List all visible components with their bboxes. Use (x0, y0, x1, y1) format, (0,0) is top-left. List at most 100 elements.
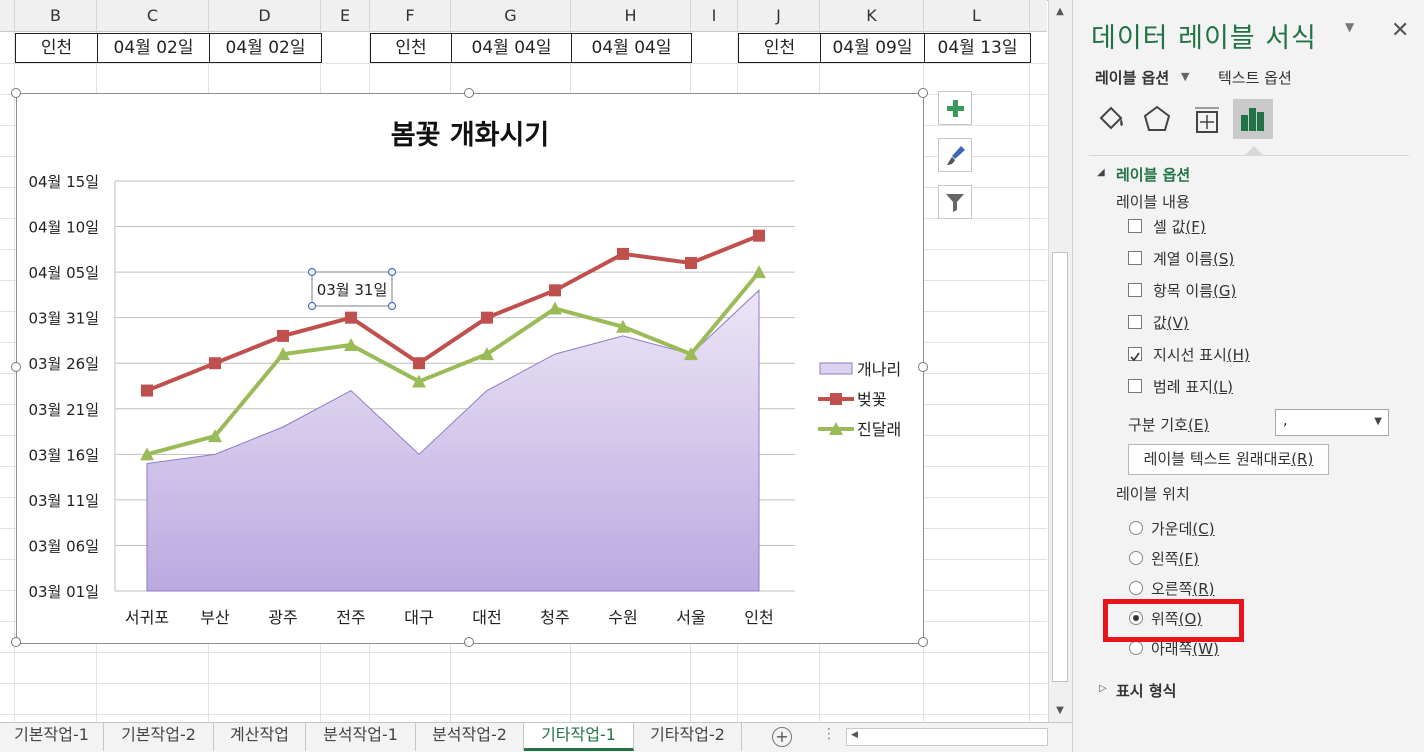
data-point-square[interactable] (413, 357, 425, 370)
legend-entry[interactable]: 진달래 (857, 420, 901, 439)
horizontal-scrollbar[interactable]: ◀ (846, 728, 1048, 746)
checkbox-label[interactable]: 범례 표지(L) (1153, 376, 1233, 397)
column-header[interactable]: J (738, 0, 820, 32)
chart-title[interactable]: 봄꽃 개화시기 (391, 120, 549, 151)
cell[interactable]: 인천 (15, 33, 98, 63)
vertical-scrollbar[interactable]: ▲ ▼ (1048, 0, 1072, 722)
sheet-tab[interactable]: 계산작업 (214, 723, 306, 751)
checkbox[interactable] (1128, 283, 1142, 297)
sheet-tab[interactable]: 기본작업-1 (0, 723, 104, 751)
data-point-square[interactable] (549, 284, 561, 297)
data-point-square[interactable] (141, 384, 153, 397)
cell[interactable]: 04월 02일 (209, 33, 322, 63)
column-header[interactable]: G (451, 0, 571, 32)
column-header[interactable]: L (924, 0, 1030, 32)
label-handle[interactable] (307, 267, 317, 277)
radio-button[interactable] (1129, 641, 1143, 655)
chart-styles-button[interactable] (938, 138, 972, 172)
close-icon[interactable]: ✕ (1391, 18, 1409, 43)
sheet-tab[interactable]: 기타작업-2 (634, 723, 742, 751)
chart-elements-button[interactable] (938, 91, 972, 125)
fill-line-icon[interactable] (1091, 100, 1131, 140)
cell[interactable]: 인천 (738, 33, 821, 63)
radio-label[interactable]: 가운데(C) (1151, 518, 1215, 539)
checkbox-label[interactable]: 계열 이름(S) (1153, 248, 1234, 269)
tab-dropdown-chevron-icon[interactable]: ▼ (1181, 70, 1189, 83)
cell[interactable]: 04월 04일 (451, 33, 572, 63)
radio-button[interactable] (1129, 581, 1143, 595)
section-number-format[interactable]: 표시 형식 (1116, 680, 1176, 701)
column-header[interactable]: H (571, 0, 691, 32)
radio-label[interactable]: 왼쪽(F) (1151, 548, 1199, 569)
scroll-left-icon[interactable]: ◀ (851, 730, 858, 740)
sheet-tab[interactable]: 분석작업-2 (416, 723, 524, 751)
tab-label-options[interactable]: 레이블 옵션 (1095, 67, 1169, 88)
label-options-icon-tab[interactable] (1233, 99, 1273, 139)
cell[interactable]: 04월 13일 (924, 33, 1031, 63)
sheet-tab[interactable]: 기본작업-2 (104, 723, 214, 751)
checkbox-label[interactable]: 값(V) (1153, 312, 1189, 333)
scroll-thumb[interactable] (1052, 252, 1068, 682)
add-sheet-icon[interactable]: + (772, 727, 792, 747)
worksheet[interactable]: BCDEFGHIJKL 인천 04월 02일 04월 02일 인천 04월 04일 04월… (0, 0, 1047, 722)
data-point-square[interactable] (481, 311, 493, 324)
data-point-square[interactable] (617, 247, 629, 260)
cell[interactable]: 04월 04일 (571, 33, 692, 63)
column-header[interactable]: K (820, 0, 924, 32)
cell[interactable]: 04월 02일 (97, 33, 210, 63)
cell[interactable]: 04월 09일 (820, 33, 925, 63)
radio-button[interactable] (1129, 551, 1143, 565)
scroll-up-icon[interactable]: ▲ (1052, 4, 1068, 20)
scroll-down-icon[interactable]: ▼ (1052, 703, 1068, 719)
column-header[interactable]: C (97, 0, 209, 32)
data-point-square[interactable] (753, 229, 765, 242)
chart-resize-handle[interactable] (918, 637, 928, 647)
data-point-square[interactable] (345, 311, 357, 324)
collapse-triangle-icon[interactable]: ◢ (1097, 167, 1105, 178)
chart-resize-handle[interactable] (918, 362, 928, 372)
data-point-square[interactable] (685, 257, 697, 269)
separator-dropdown[interactable]: , ▼ (1275, 409, 1389, 436)
chart-resize-handle[interactable] (11, 88, 21, 98)
column-header[interactable]: I (691, 0, 738, 32)
size-properties-icon[interactable] (1187, 100, 1227, 140)
chart-resize-handle[interactable] (464, 88, 474, 98)
chart-area[interactable]: 봄꽃 개화시기 04월 15일 04월 10일 04월 05일 03월 31일 03월 2… (11, 88, 928, 647)
checkbox[interactable] (1128, 219, 1142, 233)
cell[interactable]: 인천 (370, 33, 452, 63)
checkbox[interactable] (1128, 379, 1142, 393)
column-header[interactable]: D (209, 0, 321, 32)
selected-data-label[interactable]: 03월 31일 (317, 281, 388, 299)
tab-text-options[interactable]: 텍스트 옵션 (1218, 67, 1292, 88)
data-point-square[interactable] (209, 357, 221, 370)
sheet-tab[interactable]: 분석작업-1 (306, 723, 416, 751)
checkbox-label[interactable]: 지시선 표시(H) (1153, 344, 1250, 365)
chart-filters-button[interactable] (938, 185, 972, 219)
radio-button[interactable] (1129, 521, 1143, 535)
label-handle[interactable] (387, 267, 397, 277)
reset-label-text-button[interactable]: 레이블 텍스트 원래대로(R) (1128, 444, 1329, 475)
sheet-tab[interactable]: 기타작업-1 (524, 723, 634, 751)
legend-entry[interactable]: 개나리 (857, 360, 901, 379)
chart-resize-handle[interactable] (11, 637, 21, 647)
column-header[interactable]: F (370, 0, 451, 32)
column-header[interactable]: B (15, 0, 97, 32)
corner-header[interactable] (0, 0, 15, 32)
radio-label[interactable]: 오른쪽(R) (1151, 578, 1215, 599)
column-header[interactable]: E (321, 0, 370, 32)
label-handle[interactable] (387, 301, 397, 311)
chart-resize-handle[interactable] (464, 637, 474, 647)
data-point-square[interactable] (277, 329, 289, 342)
checkbox-label[interactable]: 항목 이름(G) (1153, 280, 1236, 301)
checkbox[interactable] (1128, 251, 1142, 265)
legend-entry[interactable]: 벚꽃 (857, 390, 886, 409)
expand-triangle-icon[interactable]: ▷ (1099, 683, 1107, 694)
checkbox[interactable] (1128, 315, 1142, 329)
checkbox-label[interactable]: 셀 값(F) (1153, 216, 1206, 237)
section-label-options[interactable]: 레이블 옵션 (1116, 164, 1190, 185)
chart-resize-handle[interactable] (11, 362, 21, 372)
label-handle[interactable] (307, 301, 317, 311)
chart-resize-handle[interactable] (918, 88, 928, 98)
effects-icon[interactable] (1137, 100, 1177, 140)
series-area-gaenari[interactable] (146, 289, 760, 592)
